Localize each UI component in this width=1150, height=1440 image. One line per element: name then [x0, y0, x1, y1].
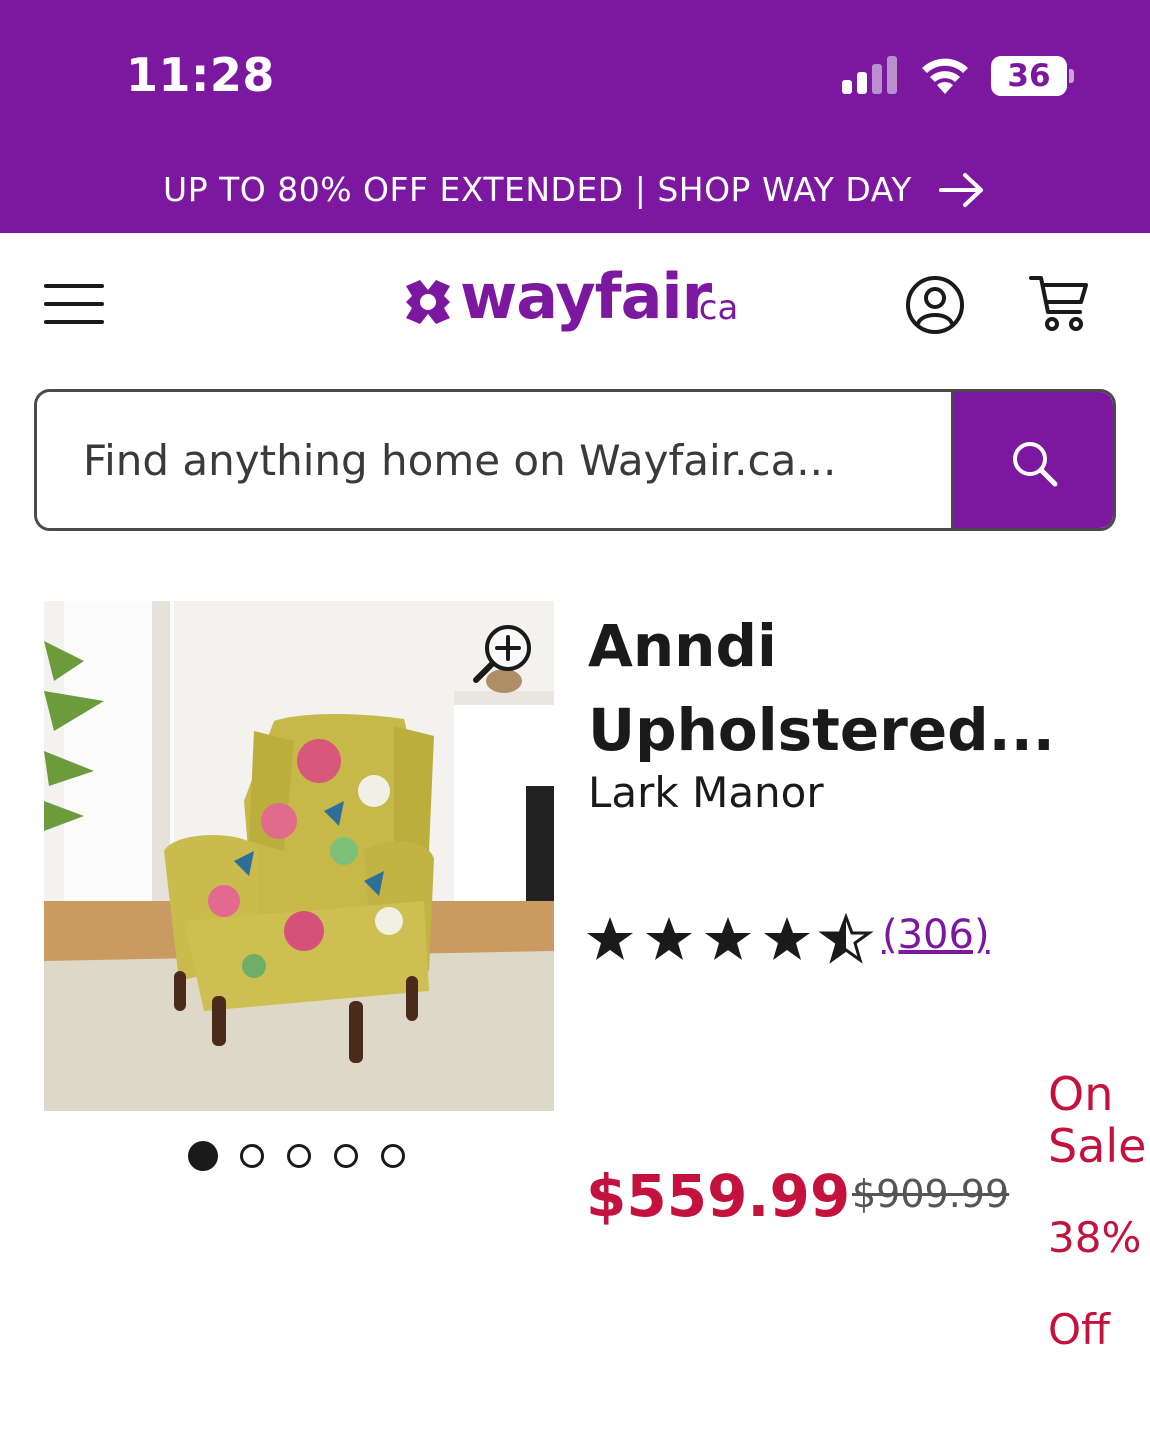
- zoom-in-icon[interactable]: [470, 620, 536, 686]
- review-count-link[interactable]: (306): [882, 912, 990, 958]
- image-carousel-dots: [188, 1141, 418, 1174]
- search-button[interactable]: [951, 392, 1113, 528]
- status-time: 11:28: [126, 48, 275, 102]
- star-icon: [764, 917, 810, 960]
- cart-icon[interactable]: [1028, 272, 1090, 334]
- star-half-icon: [821, 915, 871, 962]
- top-bar: 11:28 36 UP TO 80% OFF EXTENDED | SHOP W…: [0, 0, 1150, 233]
- rating-stars: [587, 915, 871, 962]
- wayfair-logo[interactable]: wayfair .ca: [402, 260, 752, 344]
- hamburger-menu-icon[interactable]: [44, 282, 104, 326]
- battery-icon: 36: [991, 56, 1077, 98]
- star-icon: [587, 917, 633, 960]
- star-icon: [646, 917, 692, 960]
- sale-label: On Sale: [1048, 1067, 1147, 1173]
- product-brand[interactable]: Lark Manor: [588, 768, 824, 817]
- search-icon: [1013, 442, 1058, 487]
- logo-word: wayfair: [460, 260, 712, 333]
- carousel-dot-4[interactable]: [334, 1144, 358, 1168]
- signal-icon: [842, 56, 897, 94]
- carousel-dot-5[interactable]: [381, 1144, 405, 1168]
- account-icon[interactable]: [904, 274, 966, 336]
- wifi-icon: [922, 58, 968, 94]
- carousel-dot-1[interactable]: [188, 1141, 218, 1171]
- search-bar: [34, 389, 1116, 531]
- carousel-dot-2[interactable]: [240, 1144, 264, 1168]
- discount-label: 38% Off: [1048, 1213, 1142, 1354]
- arrow-right-icon: [938, 172, 983, 207]
- product-title[interactable]: Anndi Upholstered...: [588, 604, 1058, 772]
- star-icon: [705, 917, 751, 960]
- carousel-dot-3[interactable]: [287, 1144, 311, 1168]
- logo-mark-icon: [406, 280, 450, 324]
- promo-banner[interactable]: UP TO 80% OFF EXTENDED | SHOP WAY DAY: [0, 168, 1150, 210]
- sale-price: $559.99: [586, 1162, 851, 1230]
- promo-text: UP TO 80% OFF EXTENDED | SHOP WAY DAY: [163, 170, 912, 209]
- search-input[interactable]: [37, 392, 951, 528]
- original-price: $909.99: [852, 1172, 1010, 1216]
- logo-suffix: .ca: [688, 288, 739, 328]
- battery-level: 36: [991, 56, 1067, 96]
